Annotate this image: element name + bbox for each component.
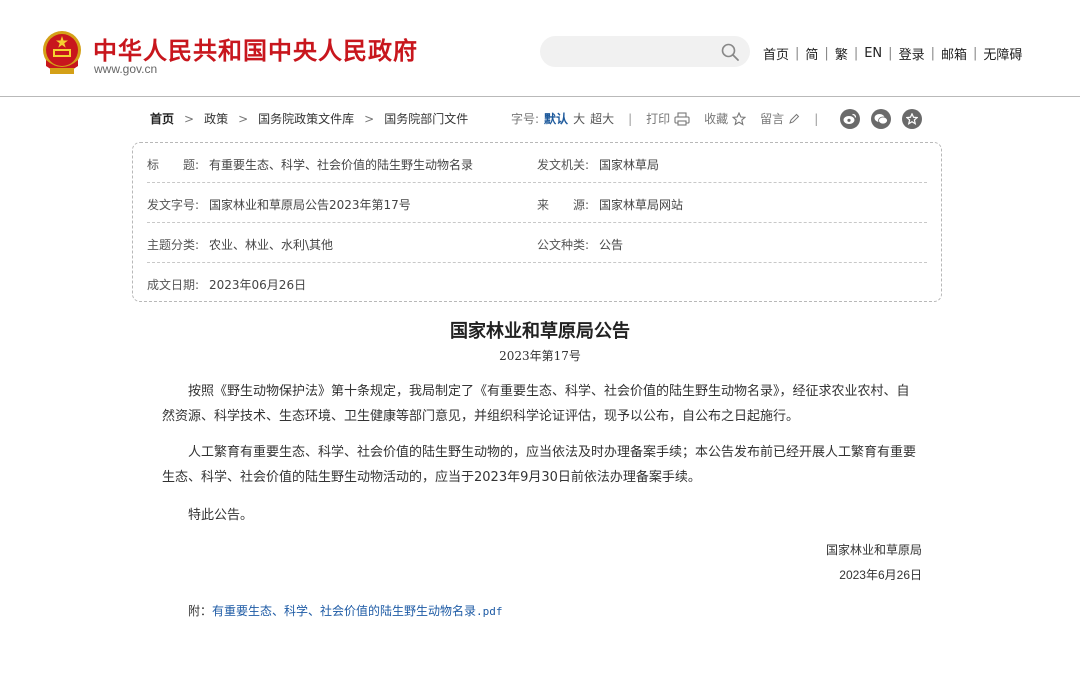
signature-date: 2023年6月26日 xyxy=(839,568,922,582)
font-size-xlarge[interactable]: 超大 xyxy=(585,110,614,127)
meta-date-value: 2023年06月26日 xyxy=(209,278,307,292)
article-number: 2023年第17号 xyxy=(499,349,581,363)
nav-separator: | xyxy=(888,45,893,61)
font-size-default[interactable]: 默认 xyxy=(539,110,568,127)
nav-separator: | xyxy=(795,45,800,61)
meta-doc-type-value: 公告 xyxy=(599,238,624,252)
search-box xyxy=(540,36,750,67)
favorite-star-icon[interactable] xyxy=(902,109,922,129)
attachment-ext: .pdf xyxy=(476,605,503,618)
meta-row: 成文日期: 2023年06月26日 xyxy=(147,263,927,303)
search-icon[interactable] xyxy=(720,42,740,62)
nav-separator: | xyxy=(930,45,935,61)
top-nav: 首页 | 简 | 繁 | EN | 登录 | 邮箱 | 无障碍 xyxy=(760,44,1025,63)
breadcrumb-dept-docs[interactable]: 国务院部门文件 xyxy=(384,110,468,127)
breadcrumb-home[interactable]: 首页 xyxy=(150,110,174,127)
article-title: 国家林业和草原局公告 xyxy=(450,321,630,342)
breadcrumb-policy[interactable]: 政策 xyxy=(204,110,228,127)
favorite-label: 收藏 xyxy=(704,112,729,126)
meta-title-value: 有重要生态、科学、社会价值的陆生野生动物名录 xyxy=(209,158,474,172)
attachment-name: 有重要生态、科学、社会价值的陆生野生动物名录 xyxy=(212,604,477,618)
favorite-button[interactable]: 收藏 xyxy=(704,110,747,127)
nav-login[interactable]: 登录 xyxy=(896,44,928,63)
breadcrumb-policy-library[interactable]: 国务院政策文件库 xyxy=(258,110,354,127)
attachment-label: 附： xyxy=(188,604,213,618)
national-emblem-icon[interactable] xyxy=(42,30,82,76)
share-icons xyxy=(840,109,933,129)
meta-title-label: 标 题: xyxy=(147,158,200,172)
nav-mail[interactable]: 邮箱 xyxy=(938,44,970,63)
nav-separator: | xyxy=(824,45,829,61)
breadcrumb-arrow-icon: > xyxy=(184,111,195,126)
nav-separator: | xyxy=(853,45,859,61)
attachment-link[interactable]: 有重要生态、科学、社会价值的陆生野生动物名录.pdf xyxy=(212,604,503,618)
nav-separator: | xyxy=(972,45,978,61)
meta-source-value: 国家林草局网站 xyxy=(599,198,684,212)
meta-source-label: 来 源: xyxy=(537,198,590,212)
font-size-large[interactable]: 大 xyxy=(568,110,585,127)
meta-row: 发文字号: 国家林业和草原局公告2023年第17号 来 源: 国家林草局网站 xyxy=(147,183,927,223)
site-name[interactable]: 中华人民共和国中央人民政府 xyxy=(93,31,418,66)
print-button[interactable]: 打印 xyxy=(646,110,690,127)
tools-divider: | xyxy=(628,111,633,126)
comment-label: 留言 xyxy=(760,112,785,126)
nav-accessibility[interactable]: 无障碍 xyxy=(980,44,1025,63)
weibo-icon[interactable] xyxy=(840,109,860,129)
meta-category-value: 农业、林业、水利\其他 xyxy=(209,238,334,252)
nav-english[interactable]: EN xyxy=(861,46,885,61)
article-tools: 字号: 默认 大 超大 | 打印 收藏 留言 | xyxy=(511,110,832,127)
breadcrumb-arrow-icon: > xyxy=(238,111,249,126)
article-paragraph: 按照《野生动物保护法》第十条规定，我局制定了《有重要生态、科学、社会价值的陆生野… xyxy=(162,384,910,424)
search-input[interactable] xyxy=(554,42,714,61)
pencil-icon xyxy=(789,113,800,124)
signature-org: 国家林业和草原局 xyxy=(825,543,922,557)
wechat-icon[interactable] xyxy=(871,109,891,129)
meta-doc-no-value: 国家林业和草原局公告2023年第17号 xyxy=(209,198,411,212)
toolbar: 首页 > 政策 > 国务院政策文件库 > 国务院部门文件 字号: 默认 大 超大… xyxy=(150,109,933,130)
font-size-label: 字号: xyxy=(511,112,540,126)
meta-row: 标 题: 有重要生态、科学、社会价值的陆生野生动物名录 发文机关: 国家林草局 xyxy=(147,143,927,183)
nav-traditional[interactable]: 繁 xyxy=(832,44,851,63)
article-paragraph: 人工繁育有重要生态、科学、社会价值的陆生野生动物的，应当依法及时办理备案手续；本… xyxy=(162,445,917,485)
breadcrumb-arrow-icon: > xyxy=(364,111,375,126)
meta-category-label: 主题分类: xyxy=(147,238,200,252)
printer-icon xyxy=(674,111,690,126)
comment-button[interactable]: 留言 xyxy=(760,110,800,127)
article-paragraph: 特此公告。 xyxy=(188,508,254,523)
site-header: 中华人民共和国中央人民政府 www.gov.cn 首页 | 简 | 繁 | EN… xyxy=(0,0,1080,97)
star-icon xyxy=(732,111,747,126)
nav-simplified[interactable]: 简 xyxy=(802,44,821,63)
breadcrumb: 首页 > 政策 > 国务院政策文件库 > 国务院部门文件 xyxy=(150,110,468,127)
attachment: 附：有重要生态、科学、社会价值的陆生野生动物名录.pdf xyxy=(188,602,503,619)
tools-divider: | xyxy=(814,111,819,126)
meta-doc-type-label: 公文种类: xyxy=(537,238,590,252)
meta-date-label: 成文日期: xyxy=(147,278,200,292)
meta-issuer-label: 发文机关: xyxy=(537,158,590,172)
document-meta: 标 题: 有重要生态、科学、社会价值的陆生野生动物名录 发文机关: 国家林草局 … xyxy=(132,142,942,302)
nav-home[interactable]: 首页 xyxy=(760,44,792,63)
meta-issuer-value: 国家林草局 xyxy=(599,158,660,172)
meta-doc-no-label: 发文字号: xyxy=(147,198,200,212)
print-label: 打印 xyxy=(646,112,671,126)
meta-row: 主题分类: 农业、林业、水利\其他 公文种类: 公告 xyxy=(147,223,927,263)
site-domain: www.gov.cn xyxy=(94,62,158,76)
